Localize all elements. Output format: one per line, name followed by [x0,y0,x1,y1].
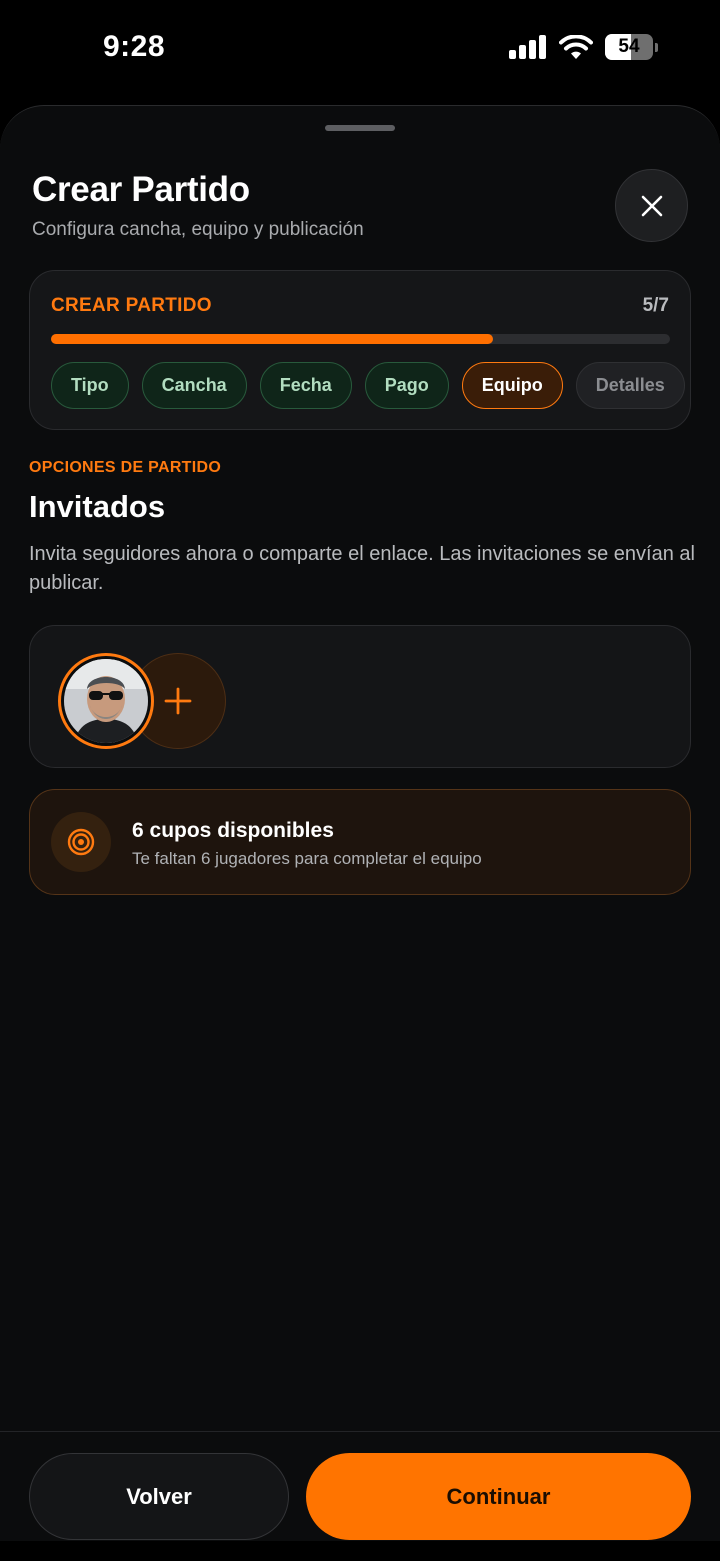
step-chip-equipo[interactable]: Equipo [461,362,563,409]
screen: 9:28 54 Crear Partido Configura cancha, … [0,0,720,1561]
progress-count: 5/7 [642,295,669,316]
battery-icon: 54 [605,34,653,60]
battery-nub [655,42,658,52]
section-eyebrow: OPCIONES DE PARTIDO [29,459,222,476]
back-button[interactable]: Volver [29,1453,289,1540]
status-icons: 54 [509,34,658,60]
plus-icon [164,687,192,715]
close-icon [641,195,662,216]
step-chip-pago[interactable]: Pago [364,362,449,409]
step-chip-fecha[interactable]: Fecha [259,362,352,409]
step-chip-tipo[interactable]: Tipo [51,362,129,409]
wifi-icon [559,34,593,59]
available-slots-card: 6 cupos disponibles Te faltan 6 jugadore… [29,789,691,895]
slots-icon-badge [51,812,111,872]
section-title: Invitados [29,489,166,524]
progress-label: CREAR PARTIDO [51,295,212,316]
close-button[interactable] [615,169,688,242]
create-match-sheet: Crear Partido Configura cancha, equipo y… [0,105,720,1541]
invitees-card [29,625,691,768]
status-time: 9:28 [103,30,166,63]
progress-bar-fill [51,334,493,344]
slots-subtitle: Te faltan 6 jugadores para completar el … [132,849,482,868]
step-chip-cancha[interactable]: Cancha [141,362,247,409]
sheet-grabber[interactable] [325,125,395,131]
continue-button[interactable]: Continuar [306,1453,691,1540]
sheet-title: Crear Partido [32,170,250,209]
slots-title: 6 cupos disponibles [132,819,334,842]
footer-divider [0,1431,720,1432]
step-chip-detalles[interactable]: Detalles [575,362,685,409]
sheet-subtitle: Configura cancha, equipo y publicación [32,219,364,240]
step-chips: Tipo Cancha Fecha Pago Equipo Detalles [51,362,685,409]
progress-bar [51,334,670,344]
section-description: Invita seguidores ahora o comparte el en… [29,543,695,594]
avatar-photo-image [64,659,148,743]
avatar-photo [64,659,148,743]
progress-card: CREAR PARTIDO 5/7 Tipo Cancha Fecha Pago… [29,270,691,430]
battery-level: 54 [618,36,640,57]
target-icon [67,828,95,856]
cellular-signal-icon [509,35,546,59]
invitee-avatar[interactable] [58,653,154,749]
